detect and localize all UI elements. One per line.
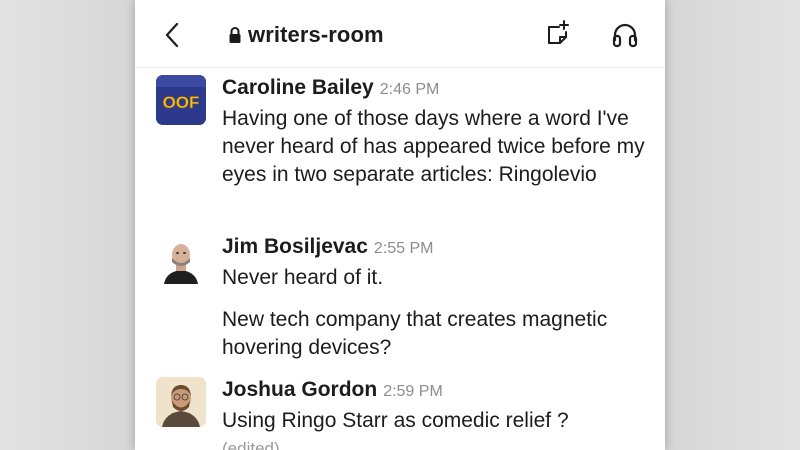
add-note-button[interactable]	[543, 18, 573, 50]
huddle-button[interactable]	[610, 18, 640, 50]
avatar-image	[156, 234, 206, 284]
message[interactable]: OOF Caroline Bailey 2:46 PM Having one o…	[135, 75, 665, 225]
message-text: Using Ringo Starr as comedic relief ?	[222, 409, 569, 432]
back-button[interactable]	[161, 20, 185, 50]
avatar-image: OOF	[156, 75, 206, 125]
lock-icon	[229, 27, 241, 43]
author-name[interactable]: Caroline Bailey	[222, 76, 374, 100]
headphones-icon	[612, 23, 638, 48]
chevron-left-icon	[165, 22, 179, 48]
message-text: Having one of those days where a word I'…	[222, 107, 645, 186]
message-text: Never heard of it.	[222, 266, 384, 289]
avatar[interactable]	[156, 377, 206, 427]
avatar[interactable]	[156, 234, 206, 284]
avatar-text: OOF	[163, 93, 200, 112]
avatar[interactable]: OOF	[156, 75, 206, 125]
chat-screen: writers-room OOF Caroline Bailey 2:46 PM…	[135, 0, 665, 450]
author-name[interactable]: Joshua Gordon	[222, 378, 377, 402]
avatar-image	[156, 377, 206, 427]
message[interactable]: Joshua Gordon 2:59 PM Using Ringo Starr …	[135, 377, 665, 450]
timestamp: 2:59 PM	[383, 383, 443, 400]
note-add-icon	[548, 20, 569, 44]
backdrop-left	[0, 0, 145, 450]
message-text: New tech company that creates magnetic h…	[222, 308, 608, 359]
author-name[interactable]: Jim Bosiljevac	[222, 235, 368, 259]
message-header: Caroline Bailey 2:46 PM	[222, 76, 439, 100]
message-header: Joshua Gordon 2:59 PM	[222, 378, 443, 402]
message-header: Jim Bosiljevac 2:55 PM	[222, 235, 434, 259]
timestamp: 2:55 PM	[373, 240, 434, 257]
channel-title[interactable]: writers-room	[228, 22, 384, 48]
channel-name: writers-room	[248, 22, 384, 47]
edited-label: (edited)	[222, 439, 280, 450]
message[interactable]: Jim Bosiljevac 2:55 PM Never heard of it…	[135, 234, 665, 364]
backdrop-right	[655, 0, 800, 450]
timestamp: 2:46 PM	[379, 81, 440, 98]
channel-header: writers-room	[135, 0, 665, 68]
